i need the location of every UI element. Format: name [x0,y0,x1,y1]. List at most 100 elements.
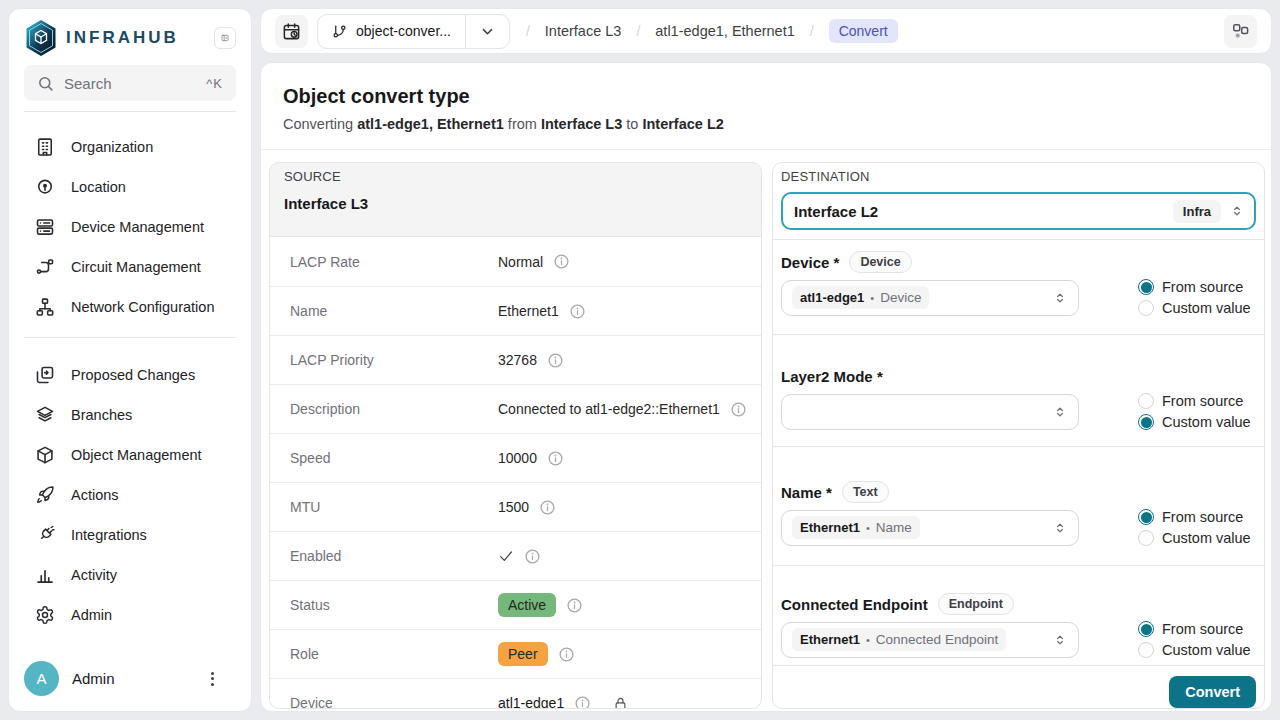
info-icon[interactable] [558,646,575,663]
plug-icon [35,525,55,545]
radio-custom-value[interactable]: Custom value [1138,642,1256,658]
info-icon[interactable] [569,303,586,320]
destination-type-select[interactable]: Interface L2 Infra [781,192,1256,230]
source-rows: LACP Rate Normal Name Ethernet1 [270,236,761,709]
radio-custom-value[interactable]: Custom value [1138,300,1256,316]
layers-icon [35,405,55,425]
sidebar-item-activity[interactable]: Activity [24,555,236,595]
sidebar-item-integrations[interactable]: Integrations [24,515,236,555]
layer2-mode-select[interactable] [781,394,1079,430]
field-name: Name * Text Ethernet1•Name From source C… [773,447,1264,565]
sidebar-collapse-button[interactable] [214,27,236,49]
sidebar-item-label: Network Configuration [71,299,214,315]
kebab-menu-icon[interactable] [207,668,218,690]
convert-button[interactable]: Convert [1169,676,1256,708]
breadcrumb-item-convert[interactable]: Convert [829,19,898,43]
branch-selector[interactable]: object-conver... [317,14,510,49]
field-kind-badge: Endpoint [938,593,1014,615]
info-icon[interactable] [547,450,564,467]
device-link[interactable]: atl1-edge1 [498,695,564,709]
info-icon[interactable] [553,253,570,270]
radio-icon [1138,530,1154,546]
source-header: SOURCE Interface L3 [270,163,761,236]
radio-icon [1138,414,1154,430]
card-header: Object convert type Converting atl1-edge… [261,63,1271,150]
selected-value-chip: atl1-edge1•Device [792,286,929,309]
source-row-role: Role Peer [270,629,761,678]
chevron-down-icon [480,24,495,39]
info-icon[interactable] [730,401,747,418]
selected-value-chip: Ethernet1•Name [792,516,920,539]
sidebar-item-label: Location [71,179,126,195]
source-heading: SOURCE [284,169,747,184]
sidebar-item-branches[interactable]: Branches [24,395,236,435]
convert-card: Object convert type Converting atl1-edge… [260,62,1272,712]
search-icon [37,75,54,92]
radio-from-source[interactable]: From source [1138,509,1256,525]
field-label: Layer2 Mode * [781,368,883,385]
destination-panel: DESTINATION Interface L2 Infra Device * [772,162,1265,709]
git-branch-icon [332,24,347,39]
radio-custom-value[interactable]: Custom value [1138,414,1256,430]
sidebar-item-network-configuration[interactable]: Network Configuration [24,287,236,327]
app: INFRAHUB Search ^K Organization [0,0,1280,720]
sidebar-item-admin[interactable]: Admin [24,595,236,635]
destination-footer: Convert [773,666,1264,709]
sidebar-item-label: Proposed Changes [71,367,195,383]
infrahub-logo-icon [24,19,58,57]
source-row-name: Name Ethernet1 [270,286,761,335]
radio-from-source[interactable]: From source [1138,393,1256,409]
sidebar-item-circuit-management[interactable]: Circuit Management [24,247,236,287]
info-icon[interactable] [566,597,583,614]
branch-dropdown-toggle[interactable] [466,15,509,48]
name-select[interactable]: Ethernet1•Name [781,510,1079,546]
source-row-speed: Speed 10000 [270,433,761,482]
breadcrumb-separator: / [810,23,814,39]
chart-icon [35,565,55,585]
sidebar-nav-primary: Organization Location Device Management … [24,127,236,327]
sidebar-item-label: Branches [71,407,132,423]
info-icon[interactable] [539,499,556,516]
breadcrumb-item-interface-l3[interactable]: Interface L3 [545,23,622,39]
box-icon [35,445,55,465]
breadcrumb: / Interface L3 / atl1-edge1, Ethernet1 /… [526,19,898,43]
locate-icon [35,177,55,197]
field-connected-endpoint: Connected Endpoint Endpoint Ethernet1•Co… [773,566,1264,665]
logo: INFRAHUB [24,17,236,59]
device-select[interactable]: atl1-edge1•Device [781,280,1079,316]
branch-selector-main[interactable]: object-conver... [318,15,465,48]
radio-icon [1138,642,1154,658]
sidebar-nav-secondary: Proposed Changes Branches Object Managem… [24,355,236,635]
field-device: Device * Device atl1-edge1•Device From s… [773,240,1264,334]
source-row-lacp-rate: LACP Rate Normal [270,237,761,286]
selected-value-chip: Ethernet1•Connected Endpoint [792,628,1006,651]
info-icon[interactable] [574,695,591,710]
breadcrumb-separator: / [636,23,640,39]
sidebar-item-location[interactable]: Location [24,167,236,207]
breadcrumb-item-object[interactable]: atl1-edge1, Ethernet1 [655,23,794,39]
field-kind-badge: Text [842,481,889,503]
radio-custom-value[interactable]: Custom value [1138,530,1256,546]
workspace-button[interactable] [1224,15,1257,48]
radio-icon [1138,279,1154,295]
search-placeholder: Search [64,75,112,92]
user-menu[interactable]: A Admin [24,661,236,696]
sidebar-item-label: Actions [71,487,119,503]
sidebar-item-label: Circuit Management [71,259,201,275]
source-row-status: Status Active [270,580,761,629]
select-stepper-icon [1052,520,1068,536]
info-icon[interactable] [547,352,564,369]
connected-endpoint-select[interactable]: Ethernet1•Connected Endpoint [781,622,1079,658]
sidebar-item-actions[interactable]: Actions [24,475,236,515]
sidebar-item-device-management[interactable]: Device Management [24,207,236,247]
time-travel-button[interactable] [275,15,308,48]
schema-icon [1231,22,1250,41]
search-input[interactable]: Search ^K [24,65,236,101]
sidebar-item-object-management[interactable]: Object Management [24,435,236,475]
sidebar-item-organization[interactable]: Organization [24,127,236,167]
sidebar-item-proposed-changes[interactable]: Proposed Changes [24,355,236,395]
radio-from-source[interactable]: From source [1138,279,1256,295]
source-panel: SOURCE Interface L3 LACP Rate Normal Nam… [269,162,762,709]
info-icon[interactable] [524,548,541,565]
radio-from-source[interactable]: From source [1138,621,1256,637]
